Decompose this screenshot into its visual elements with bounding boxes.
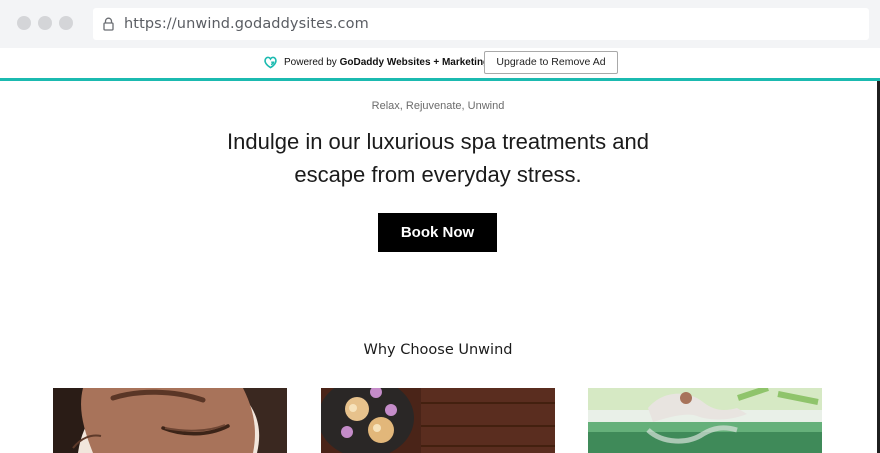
section-title: Why Choose Unwind (363, 342, 513, 358)
face-relaxing-photo (53, 388, 287, 453)
hero-headline: Indulge in our luxurious spa treatments … (227, 129, 649, 187)
page-content: Relax, Rejuvenate, Unwind Indulge in our… (0, 81, 880, 453)
feature-card-image[interactable] (321, 388, 555, 453)
window-minimize-dot[interactable] (38, 16, 52, 30)
feature-card-image[interactable] (53, 388, 287, 453)
lock-icon (103, 17, 114, 31)
godaddy-ad-bar: Powered by GoDaddy Websites + Marketing.… (0, 48, 880, 78)
powered-by-text: Powered by GoDaddy Websites + Marketing. (284, 57, 492, 68)
feature-card-image[interactable] (588, 388, 822, 453)
godaddy-logo-icon (264, 56, 277, 69)
powered-by-prefix: Powered by (284, 57, 337, 68)
upgrade-button[interactable]: Upgrade to Remove Ad (484, 51, 618, 74)
candles-flowers-photo (321, 388, 555, 453)
yoga-pool-photo (588, 388, 822, 453)
address-bar[interactable]: https://unwind.godaddysites.com (93, 8, 869, 40)
url-text: https://unwind.godaddysites.com (124, 16, 369, 32)
book-now-button[interactable]: Book Now (378, 213, 497, 252)
window-close-dot[interactable] (17, 16, 31, 30)
powered-by-brand[interactable]: GoDaddy Websites + Marketing. (340, 57, 492, 68)
browser-toolbar: https://unwind.godaddysites.com (0, 0, 880, 48)
hero-tagline: Relax, Rejuvenate, Unwind (371, 100, 505, 112)
window-maximize-dot[interactable] (59, 16, 73, 30)
